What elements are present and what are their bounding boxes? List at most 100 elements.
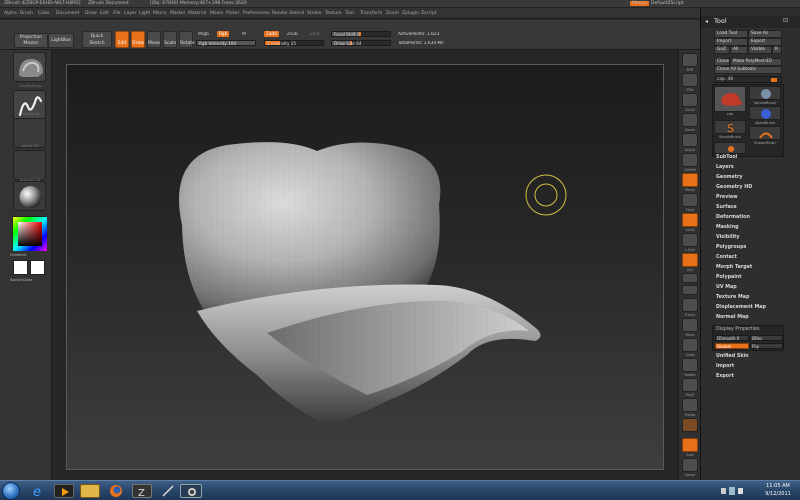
menu-transform[interactable]: Transform — [360, 11, 382, 16]
rotate-axis-y-button[interactable] — [682, 273, 698, 283]
projection-master-button[interactable]: Projection Master — [14, 33, 48, 48]
solo-button[interactable] — [682, 438, 698, 452]
xpose-button[interactable] — [682, 458, 698, 472]
contact-menu[interactable]: Contact — [716, 255, 737, 260]
double-button[interactable]: Double — [715, 343, 749, 349]
move-button[interactable]: Move — [147, 31, 161, 48]
scroll-button[interactable] — [682, 93, 698, 107]
simplebrush-thumbnail[interactable]: S — [714, 120, 746, 135]
polypaint-menu[interactable]: Polypaint — [716, 275, 742, 280]
deformation-menu[interactable]: Deformation — [716, 215, 750, 220]
frame-button[interactable] — [682, 298, 698, 312]
polyf-button[interactable] — [682, 378, 698, 392]
clone-button[interactable]: Clone — [714, 58, 730, 66]
display-properties-title[interactable]: Display Properties — [716, 327, 759, 332]
zsub-button[interactable]: Zsub — [287, 32, 298, 37]
extra-tool-thumbnail[interactable] — [714, 142, 746, 154]
local-button[interactable] — [682, 213, 698, 227]
dres-slider[interactable]: DRes — [750, 335, 783, 341]
menu-color[interactable]: Color — [38, 11, 50, 16]
system-tray[interactable] — [720, 485, 750, 497]
texture-thumbnail[interactable] — [13, 150, 46, 180]
pen-tool-icon[interactable] — [158, 484, 178, 498]
secondary-color-swatch[interactable] — [30, 260, 45, 275]
m-button[interactable]: M — [242, 32, 246, 37]
import-menu[interactable]: Import — [716, 364, 734, 369]
layers-menu[interactable]: Layers — [716, 165, 734, 170]
explorer-folder-icon[interactable] — [80, 484, 100, 498]
media-player-icon[interactable] — [54, 484, 74, 498]
alphabrush-thumbnail[interactable] — [749, 106, 781, 120]
transp-button[interactable] — [682, 398, 698, 412]
goz-button[interactable]: GoZ — [714, 46, 730, 54]
tool-palette-close-icon[interactable]: ⊡ — [783, 17, 788, 24]
menu-stencil[interactable]: Stencil — [289, 11, 304, 16]
menu-document[interactable]: Document — [56, 11, 79, 16]
menu-preferences[interactable]: Preferences — [243, 11, 269, 16]
menu-stroke[interactable]: Stroke — [307, 11, 321, 16]
floor-button[interactable] — [682, 193, 698, 207]
geometry-hd-menu[interactable]: Geometry HD — [716, 185, 752, 190]
morph-target-menu[interactable]: Morph Target — [716, 265, 752, 270]
menu-light[interactable]: Light — [139, 11, 150, 16]
all-button[interactable]: All — [730, 46, 748, 54]
focal-shift-slider[interactable]: Focal Shift 0 — [331, 31, 391, 37]
zoom-button[interactable] — [682, 113, 698, 127]
brush-thumbnail[interactable] — [13, 52, 46, 82]
aahalf-button[interactable] — [682, 153, 698, 167]
main-color-swatch[interactable] — [13, 260, 28, 275]
ie-icon[interactable]: e — [28, 484, 48, 500]
z-intensity-slider[interactable]: Z Intensity 25 — [264, 40, 324, 46]
polygroups-menu[interactable]: Polygroups — [716, 245, 746, 250]
ghost-button[interactable] — [682, 418, 698, 432]
menu-draw[interactable]: Draw — [85, 11, 97, 16]
actual-button[interactable] — [682, 133, 698, 147]
draw-size-slider[interactable]: Draw Size 64 — [331, 40, 391, 46]
rotate-button[interactable]: Rotate — [179, 31, 195, 48]
tool-slider[interactable]: cap. 48 — [714, 76, 782, 83]
uv-map-menu[interactable]: UV Map — [716, 285, 737, 290]
cap-tool-thumbnail[interactable] — [714, 86, 746, 112]
menu-tool[interactable]: Tool — [345, 11, 354, 16]
zadd-button[interactable]: Zadd — [264, 31, 279, 37]
mrgb-button[interactable]: Mrgb — [198, 32, 209, 37]
visible-button[interactable]: Visible — [748, 46, 772, 54]
menu-zscript[interactable]: Zscript — [421, 11, 437, 16]
bpr-button[interactable] — [682, 53, 698, 67]
flip-button[interactable]: Flip — [750, 343, 783, 349]
firefox-icon[interactable] — [106, 484, 126, 498]
menu-texture[interactable]: Texture — [325, 11, 341, 16]
masking-menu[interactable]: Masking — [716, 225, 739, 230]
subtool-menu[interactable]: SubTool — [716, 155, 737, 160]
menu-render[interactable]: Render — [272, 11, 288, 16]
move-view-button[interactable] — [682, 318, 698, 332]
texture-map-menu[interactable]: Texture Map — [716, 295, 749, 300]
rgb-intensity-slider[interactable]: Rgb Intensity 100 — [196, 40, 256, 46]
rotate-axis-z-button[interactable] — [682, 285, 698, 295]
load-tool-button[interactable]: Load Tool — [714, 30, 748, 38]
rgb-button[interactable]: Rgb — [217, 31, 230, 37]
menu-material[interactable]: Material — [188, 11, 206, 16]
xyz-button[interactable] — [682, 253, 698, 267]
persp-button[interactable] — [682, 173, 698, 187]
menu-brush[interactable]: Brush — [20, 11, 33, 16]
quick-sketch-button[interactable]: Quick Sketch — [82, 31, 112, 48]
make-polymesh-button[interactable]: Make PolyMesh3D — [730, 58, 782, 66]
tool-slider-handle[interactable] — [771, 78, 777, 82]
lightbox-button[interactable]: LightBox — [48, 33, 74, 48]
menus-button[interactable]: Menus — [630, 1, 649, 6]
switch-color-label[interactable]: SwitchColor — [10, 277, 46, 282]
scale-button[interactable]: Scale — [163, 31, 177, 48]
displacement-map-menu[interactable]: Displacement Map — [716, 305, 766, 310]
export-tool-button[interactable]: Export — [748, 38, 782, 46]
menu-macro[interactable]: Macro — [153, 11, 167, 16]
zbrush-taskbar-icon[interactable]: Z — [132, 484, 152, 499]
lsym-button[interactable] — [682, 233, 698, 247]
import-tool-button[interactable]: Import — [714, 38, 748, 46]
surface-menu[interactable]: Surface — [716, 205, 737, 210]
r-button[interactable]: R — [772, 46, 782, 54]
save-as-button[interactable]: Save As — [748, 30, 782, 38]
normal-map-menu[interactable]: Normal Map — [716, 315, 749, 320]
clock-time[interactable]: 11:05 AM — [758, 483, 798, 489]
document-canvas[interactable] — [66, 64, 664, 470]
